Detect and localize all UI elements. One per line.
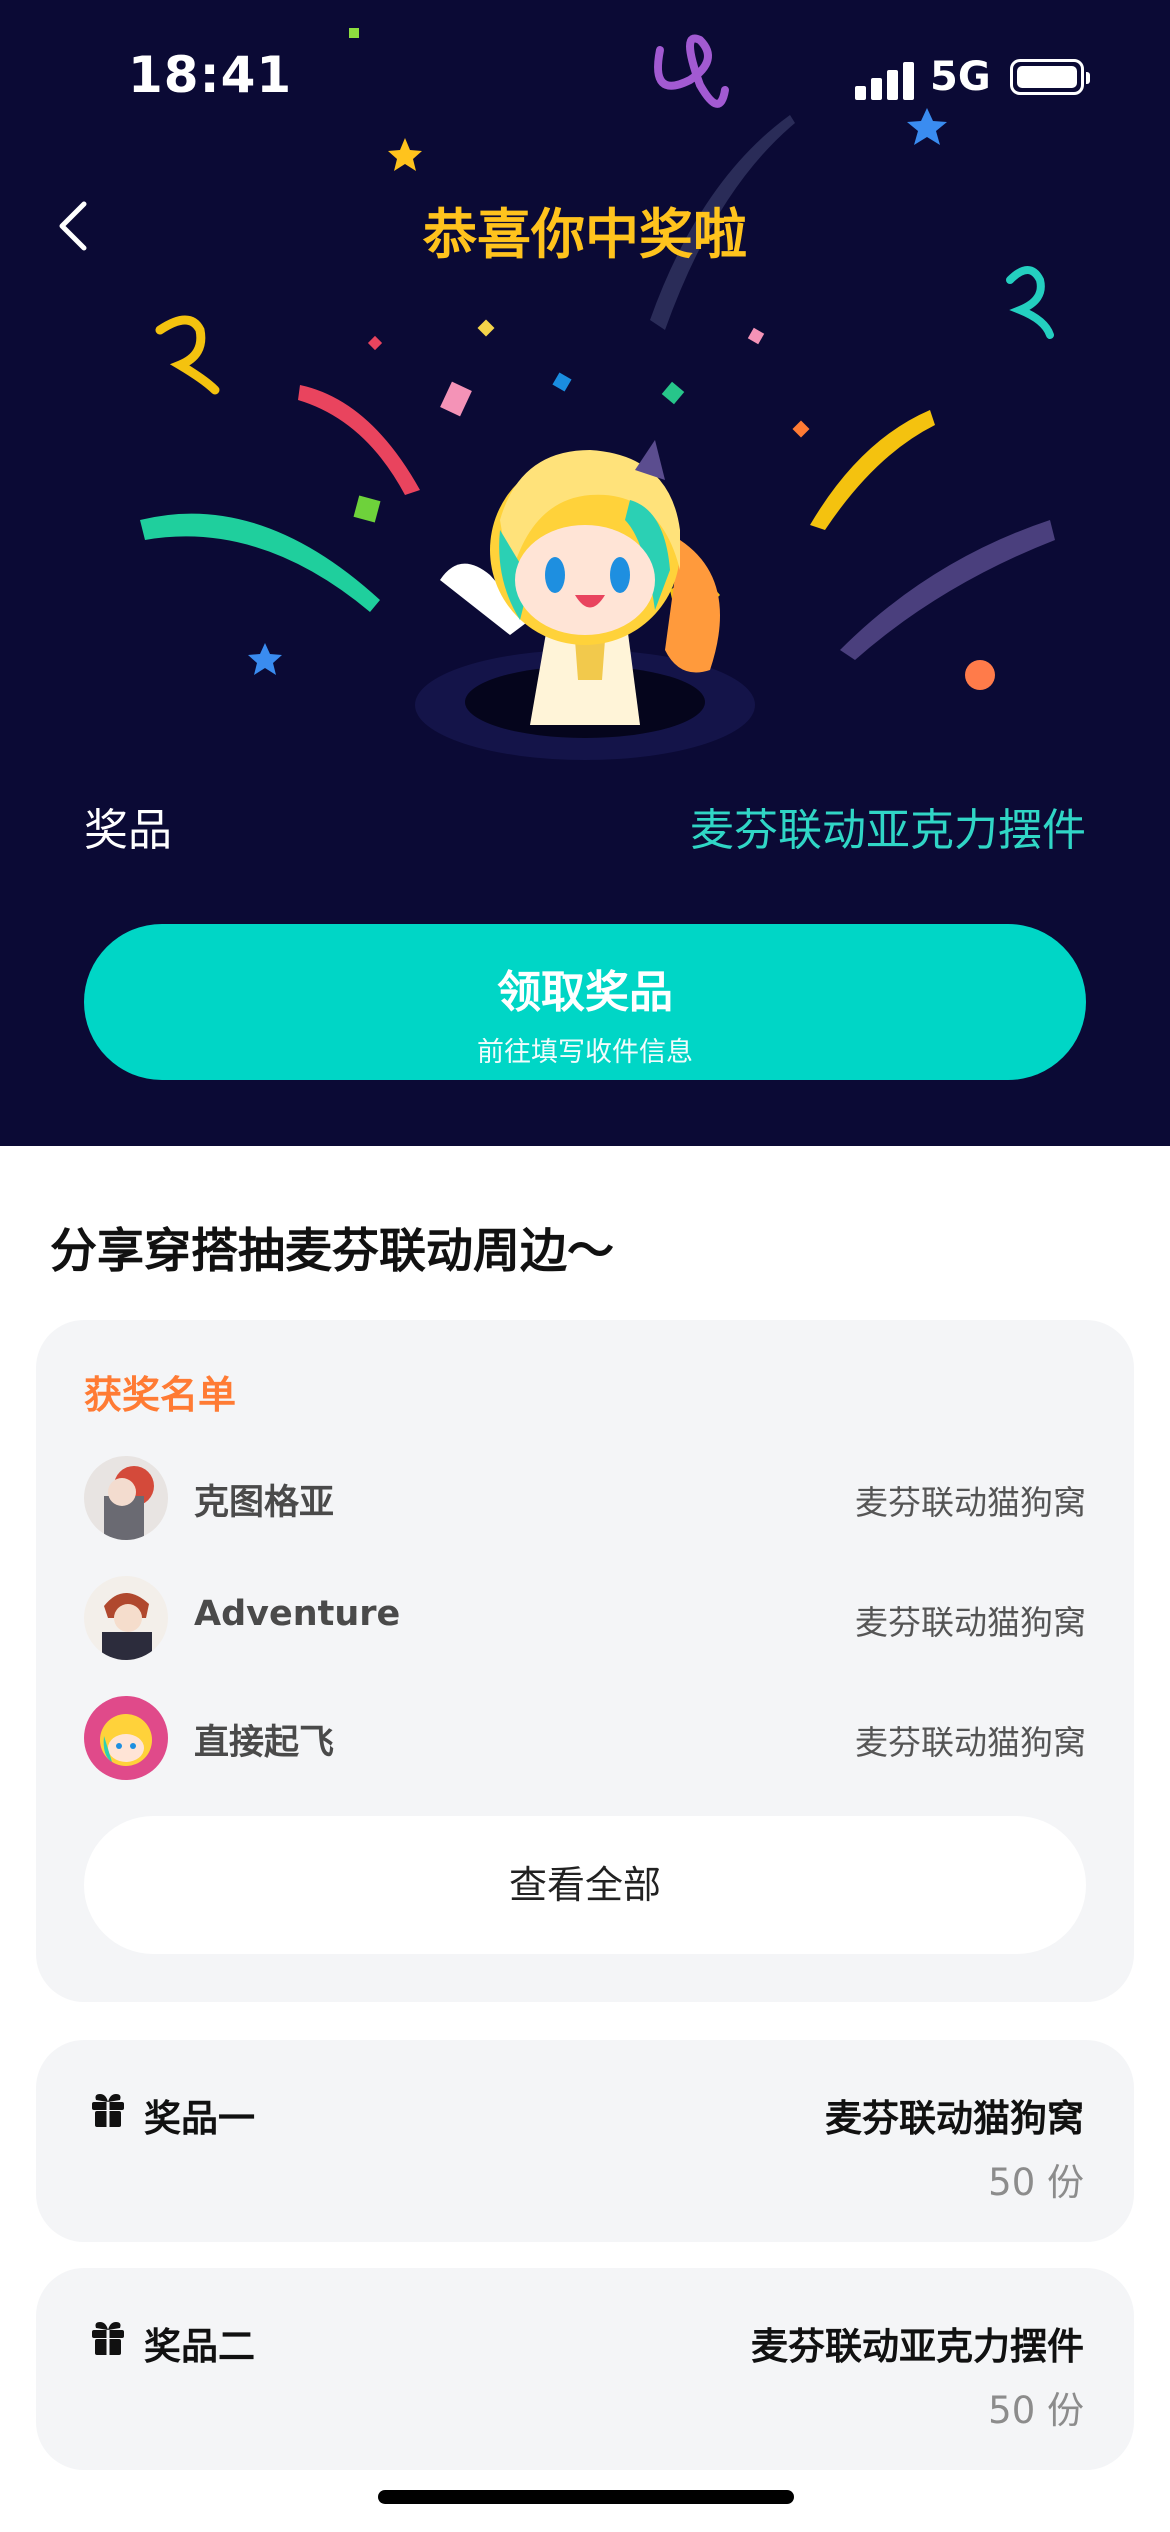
- prize-card-label: 奖品二: [144, 2325, 255, 2368]
- status-time: 18:41: [128, 46, 293, 104]
- prize-card-title: 麦芬联动猫狗窝: [825, 2097, 1084, 2140]
- list-item: Adventure 麦芬联动猫狗窝: [84, 1576, 1086, 1660]
- avatar[interactable]: [84, 1576, 168, 1660]
- network-type: 5G: [930, 54, 991, 100]
- winners-card: 获奖名单 克图格亚 麦芬联动猫狗窝 Adventure 麦芬联动猫狗窝 直接起飞…: [36, 1320, 1134, 2002]
- prize-card: 奖品一 麦芬联动猫狗窝 50 份: [36, 2040, 1134, 2242]
- winner-name: Adventure: [194, 1594, 401, 1634]
- claim-button-sublabel: 前往填写收件信息: [477, 1037, 693, 1068]
- gift-icon: [92, 2094, 124, 2127]
- avatar[interactable]: [84, 1696, 168, 1780]
- prize-card-title: 麦芬联动亚克力摆件: [751, 2325, 1084, 2368]
- winner-prize: 麦芬联动猫狗窝: [855, 1603, 1086, 1642]
- list-item: 直接起飞 麦芬联动猫狗窝: [84, 1696, 1086, 1780]
- winner-prize: 麦芬联动猫狗窝: [855, 1723, 1086, 1762]
- prize-card: 奖品二 麦芬联动亚克力摆件 50 份: [36, 2268, 1134, 2470]
- prize-label: 奖品: [84, 805, 172, 856]
- winners-heading: 获奖名单: [84, 1373, 237, 1417]
- prize-card-label: 奖品一: [144, 2097, 255, 2140]
- gift-icon: [92, 2322, 124, 2355]
- winner-prize: 麦芬联动猫狗窝: [855, 1483, 1086, 1522]
- prize-card-count: 50 份: [988, 2161, 1084, 2204]
- list-item: 克图格亚 麦芬联动猫狗窝: [84, 1456, 1086, 1540]
- claim-button-label: 领取奖品: [497, 967, 673, 1018]
- winner-name: 直接起飞: [194, 1723, 335, 1763]
- page-title: 恭喜你中奖啦: [423, 203, 747, 266]
- prize-card-count: 50 份: [988, 2389, 1084, 2432]
- home-indicator[interactable]: [378, 2490, 794, 2504]
- celebration-banner: 18:41 5G 恭喜你中奖啦 奖品 麦芬联动亚克力摆件 领取奖品 前往填写收件…: [0, 0, 1170, 1146]
- claim-prize-button[interactable]: 领取奖品 前往填写收件信息: [84, 924, 1086, 1080]
- winner-name: 克图格亚: [194, 1483, 335, 1523]
- share-section-title: 分享穿搭抽麦芬联动周边～: [50, 1224, 614, 1279]
- avatar[interactable]: [84, 1456, 168, 1540]
- prize-value: 麦芬联动亚克力摆件: [690, 805, 1086, 856]
- signal-icon: [855, 60, 915, 100]
- view-all-button[interactable]: 查看全部: [84, 1816, 1086, 1954]
- battery-icon: [1010, 59, 1090, 95]
- status-bar: 18:41 5G: [0, 0, 1170, 150]
- won-prize-row: 奖品 麦芬联动亚克力摆件: [84, 794, 1086, 856]
- mascot-illustration: [415, 440, 755, 760]
